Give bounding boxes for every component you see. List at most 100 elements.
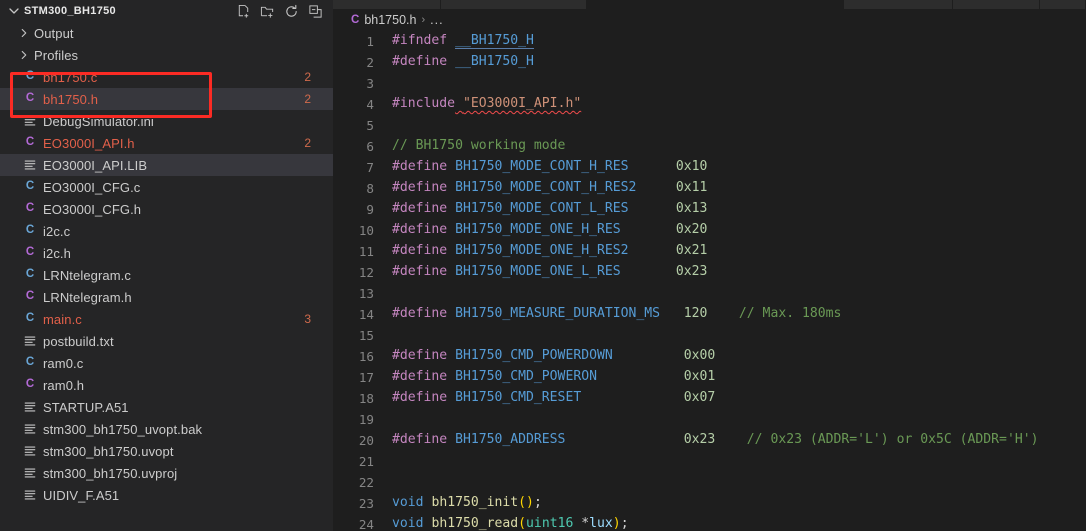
code-line: 18#define BH1750_CMD_RESET 0x07 bbox=[333, 388, 1086, 409]
tree-file-lrntelegram-c[interactable]: CLRNtelegram.c bbox=[0, 264, 333, 286]
line-content[interactable]: #include "EO3000I_API.h" bbox=[392, 94, 1086, 115]
tree-file-ram0-c[interactable]: Cram0.c bbox=[0, 352, 333, 374]
line-content[interactable] bbox=[392, 73, 1086, 94]
tree-file-bh1750-c[interactable]: Cbh1750.c2 bbox=[0, 66, 333, 88]
line-content[interactable]: #define BH1750_MODE_CONT_H_RES 0x10 bbox=[392, 157, 1086, 178]
tree-file-i2c-c[interactable]: Ci2c.c bbox=[0, 220, 333, 242]
line-content[interactable]: #define BH1750_CMD_POWERON 0x01 bbox=[392, 367, 1086, 388]
tab-partial-3[interactable] bbox=[844, 0, 952, 9]
code-line: 10#define BH1750_MODE_ONE_H_RES 0x20 bbox=[333, 220, 1086, 241]
line-content[interactable]: #define BH1750_ADDRESS 0x23 // 0x23 (ADD… bbox=[392, 430, 1086, 451]
tree-file-label: UIDIV_F.A51 bbox=[43, 488, 119, 503]
tree-file-stm300-bh1750-uvopt-bak[interactable]: stm300_bh1750_uvopt.bak bbox=[0, 418, 333, 440]
explorer-sidebar: STM300_BH1750 bbox=[0, 0, 333, 531]
tab-partial-4[interactable] bbox=[953, 0, 1041, 9]
tree-file-label: bh1750.h bbox=[43, 92, 98, 107]
c-header-icon: C bbox=[22, 289, 38, 305]
line-content[interactable]: #ifndef __BH1750_H bbox=[392, 31, 1086, 52]
tree-file-label: ram0.c bbox=[43, 356, 83, 371]
breadcrumb-file[interactable]: bh1750.h bbox=[364, 13, 416, 27]
new-file-icon[interactable] bbox=[235, 3, 252, 20]
tree-file-ram0-h[interactable]: Cram0.h bbox=[0, 374, 333, 396]
code-line: 19 bbox=[333, 409, 1086, 430]
refresh-icon[interactable] bbox=[283, 3, 300, 20]
text-file-icon bbox=[22, 157, 38, 173]
line-content[interactable] bbox=[392, 472, 1086, 493]
line-content[interactable]: #define __BH1750_H bbox=[392, 52, 1086, 73]
line-content[interactable]: #define BH1750_CMD_POWERDOWN 0x00 bbox=[392, 346, 1086, 367]
c-header-icon: C bbox=[22, 91, 38, 107]
code-line: 6// BH1750 working mode bbox=[333, 136, 1086, 157]
vscode-window: STM300_BH1750 bbox=[0, 0, 1086, 531]
code-line: 2#define __BH1750_H bbox=[333, 52, 1086, 73]
collapse-all-icon[interactable] bbox=[307, 3, 324, 20]
line-content[interactable]: #define BH1750_MODE_ONE_H_RES2 0x21 bbox=[392, 241, 1086, 262]
line-content[interactable] bbox=[392, 115, 1086, 136]
line-content[interactable]: #define BH1750_CMD_RESET 0x07 bbox=[392, 388, 1086, 409]
tree-file-eo3000i-cfg-h[interactable]: CEO3000I_CFG.h bbox=[0, 198, 333, 220]
tab-partial-1[interactable] bbox=[333, 0, 441, 9]
c-source-icon: C bbox=[22, 355, 38, 371]
line-content[interactable]: #define BH1750_MODE_CONT_H_RES2 0x11 bbox=[392, 178, 1086, 199]
tab-partial-5[interactable] bbox=[1040, 0, 1086, 9]
code-line: 12#define BH1750_MODE_ONE_L_RES 0x23 bbox=[333, 262, 1086, 283]
line-content[interactable]: void bh1750_init(); bbox=[392, 493, 1086, 514]
line-content[interactable]: #define BH1750_MODE_CONT_L_RES 0x13 bbox=[392, 199, 1086, 220]
tree-file-stm300-bh1750-uvproj[interactable]: stm300_bh1750.uvproj bbox=[0, 462, 333, 484]
tree-file-stm300-bh1750-uvopt[interactable]: stm300_bh1750.uvopt bbox=[0, 440, 333, 462]
tree-file-label: STARTUP.A51 bbox=[43, 400, 129, 415]
code-line: 23void bh1750_init(); bbox=[333, 493, 1086, 514]
tree-file-startup-a51[interactable]: STARTUP.A51 bbox=[0, 396, 333, 418]
line-number: 19 bbox=[333, 409, 392, 430]
line-content[interactable]: #define BH1750_MODE_ONE_L_RES 0x23 bbox=[392, 262, 1086, 283]
tree-file-label: i2c.c bbox=[43, 224, 70, 239]
line-number: 14 bbox=[333, 304, 392, 325]
code-line: 9#define BH1750_MODE_CONT_L_RES 0x13 bbox=[333, 199, 1086, 220]
explorer-folder-header[interactable]: STM300_BH1750 bbox=[0, 0, 333, 22]
c-source-icon: C bbox=[22, 267, 38, 283]
tree-file-main-c[interactable]: Cmain.c3 bbox=[0, 308, 333, 330]
new-folder-icon[interactable] bbox=[259, 3, 276, 20]
tree-file-i2c-h[interactable]: Ci2c.h bbox=[0, 242, 333, 264]
problem-count-badge: 2 bbox=[304, 92, 311, 106]
line-content[interactable]: // BH1750 working mode bbox=[392, 136, 1086, 157]
line-number: 1 bbox=[333, 31, 392, 52]
tree-file-label: ram0.h bbox=[43, 378, 84, 393]
line-number: 5 bbox=[333, 115, 392, 136]
text-file-icon bbox=[22, 333, 38, 349]
tree-file-eo3000i-api-h[interactable]: CEO3000I_API.h2 bbox=[0, 132, 333, 154]
c-source-icon: C bbox=[22, 311, 38, 327]
tree-file-debugsimulator-ini[interactable]: DebugSimulator.ini bbox=[0, 110, 333, 132]
line-content[interactable]: #define BH1750_MODE_ONE_H_RES 0x20 bbox=[392, 220, 1086, 241]
line-number: 13 bbox=[333, 283, 392, 304]
line-content[interactable] bbox=[392, 283, 1086, 304]
chevron-right-icon bbox=[16, 47, 32, 63]
line-content[interactable]: #define BH1750_MEASURE_DURATION_MS 120 /… bbox=[392, 304, 1086, 325]
code-line: 15 bbox=[333, 325, 1086, 346]
line-content[interactable] bbox=[392, 409, 1086, 430]
text-file-icon bbox=[22, 443, 38, 459]
tree-folder-output[interactable]: Output bbox=[0, 22, 333, 44]
tree-file-uidiv-f-a51[interactable]: UIDIV_F.A51 bbox=[0, 484, 333, 506]
tree-file-eo3000i-cfg-c[interactable]: CEO3000I_CFG.c bbox=[0, 176, 333, 198]
line-number: 7 bbox=[333, 157, 392, 178]
breadcrumb-more[interactable]: ... bbox=[430, 13, 443, 27]
tree-file-label: stm300_bh1750.uvopt bbox=[43, 444, 174, 459]
file-rows-container: Cbh1750.c2Cbh1750.h2DebugSimulator.iniCE… bbox=[0, 66, 333, 506]
line-content[interactable]: void bh1750_read(uint16 *lux); bbox=[392, 514, 1086, 531]
line-content[interactable] bbox=[392, 451, 1086, 472]
code-line: 13 bbox=[333, 283, 1086, 304]
tree-folder-profiles[interactable]: Profiles bbox=[0, 44, 333, 66]
chevron-down-icon[interactable] bbox=[6, 3, 22, 19]
code-editor[interactable]: 1#ifndef __BH1750_H2#define __BH1750_H3 … bbox=[333, 31, 1086, 531]
tree-file-bh1750-h[interactable]: Cbh1750.h 2 bbox=[0, 88, 333, 110]
tree-file-eo3000i-api-lib[interactable]: EO3000I_API.LIB bbox=[0, 154, 333, 176]
code-line: 3 bbox=[333, 73, 1086, 94]
tab-active-bh1750-h[interactable] bbox=[587, 0, 845, 9]
tree-file-postbuild-txt[interactable]: postbuild.txt bbox=[0, 330, 333, 352]
line-content[interactable] bbox=[392, 325, 1086, 346]
tree-file-label: stm300_bh1750.uvproj bbox=[43, 466, 177, 481]
c-header-icon: C bbox=[22, 201, 38, 217]
tab-partial-2[interactable] bbox=[441, 0, 586, 9]
tree-file-lrntelegram-h[interactable]: CLRNtelegram.h bbox=[0, 286, 333, 308]
